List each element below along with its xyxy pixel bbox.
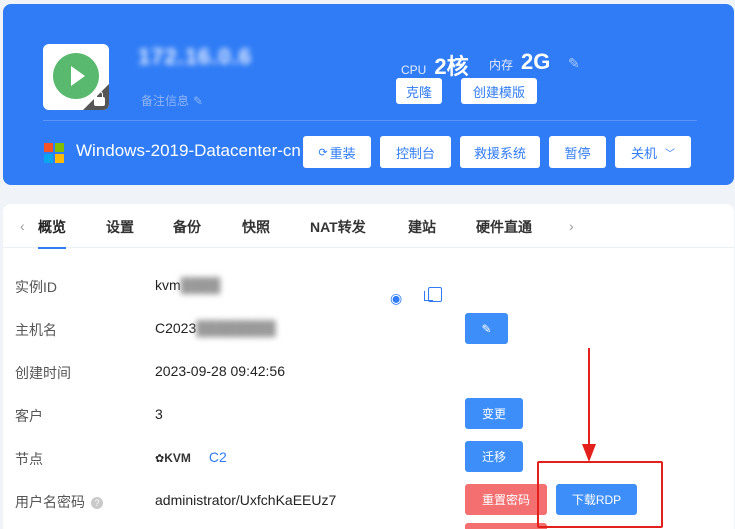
- shutdown-label: 关机: [630, 145, 657, 161]
- remark-link[interactable]: 备注信息 ✎: [141, 92, 203, 109]
- instance-id-text: kvm: [155, 277, 181, 293]
- credentials-label: 用户名密码?: [15, 492, 103, 512]
- cpu-spec: CPU 2核: [401, 49, 469, 81]
- edit-hostname-button[interactable]: ✎: [465, 313, 508, 344]
- shutdown-dropdown[interactable]: 关机 ﹀: [615, 136, 691, 168]
- reinstall-label: 重装: [329, 145, 356, 161]
- reinstall-button[interactable]: ⟳ 重装: [303, 136, 371, 168]
- console-button[interactable]: 控制台: [380, 136, 451, 168]
- hostname-text: C2023: [155, 320, 197, 336]
- tab-site[interactable]: 建站: [408, 217, 436, 237]
- node-value: ✿KVM C2: [155, 449, 227, 465]
- copy-icon[interactable]: [424, 287, 442, 302]
- refresh-icon: ⟳: [318, 146, 328, 159]
- annotation-arrow-line: [588, 348, 590, 448]
- redacted-id: ████: [180, 277, 221, 293]
- node-link[interactable]: C2: [209, 449, 227, 465]
- node-kvm: KVM: [164, 451, 191, 465]
- kvm-icon: ✿: [155, 453, 165, 465]
- client-label: 客户: [15, 408, 43, 424]
- header-divider: [43, 120, 697, 121]
- redacted-hostname: ████████: [196, 320, 276, 336]
- tab-backup[interactable]: 备份: [173, 217, 201, 237]
- lock-icon: [94, 91, 105, 106]
- reset-password-button[interactable]: 重置密码: [465, 484, 547, 515]
- clone-button[interactable]: 克隆: [396, 78, 442, 104]
- chevron-left-icon[interactable]: ‹: [20, 218, 25, 234]
- annotation-arrow-head: [582, 444, 596, 462]
- tab-snapshot[interactable]: 快照: [242, 217, 270, 237]
- credentials-value: administrator/UxfchKaEEUz7: [155, 492, 337, 508]
- tab-nat[interactable]: NAT转发: [310, 217, 366, 237]
- annotation-highlight-box: [537, 461, 663, 528]
- instance-id-value: kvm████: [155, 277, 220, 293]
- tab-passthrough[interactable]: 硬件直通: [476, 217, 532, 237]
- memory-label: 内存: [489, 58, 514, 72]
- edit-spec-icon[interactable]: ✎: [568, 55, 580, 72]
- memory-spec: 内存 2G: [489, 49, 550, 75]
- chevron-right-icon[interactable]: ›: [569, 218, 574, 234]
- partial-button: [465, 523, 547, 529]
- hostname-value: C2023████████: [155, 320, 276, 336]
- pause-button[interactable]: 暂停: [549, 136, 606, 168]
- cpu-value: 2核: [434, 54, 469, 79]
- instance-header: 172.16.0.6 备注信息 ✎ CPU 2核 内存 2G ✎ 克隆 创建模版 …: [3, 4, 734, 185]
- hostname-label: 主机名: [15, 322, 57, 338]
- client-value: 3: [155, 406, 163, 422]
- create-template-button[interactable]: 创建模版: [461, 78, 537, 104]
- windows-icon: [44, 143, 64, 163]
- created-value: 2023-09-28 09:42:56: [155, 363, 285, 379]
- tab-overview[interactable]: 概览: [38, 217, 66, 249]
- instance-ip: 172.16.0.6: [138, 44, 252, 69]
- migrate-button[interactable]: 迁移: [465, 441, 523, 472]
- credentials-label-text: 用户名密码: [15, 494, 85, 510]
- help-icon[interactable]: ?: [91, 497, 103, 510]
- instance-id-label: 实例ID: [15, 279, 57, 295]
- cpu-label: CPU: [401, 63, 427, 77]
- pencil-icon: ✎: [481, 321, 492, 336]
- node-label: 节点: [15, 451, 43, 467]
- os-name: Windows-2019-Datacenter-cn: [76, 141, 301, 160]
- chevron-down-icon: ﹀: [665, 148, 675, 160]
- tab-settings[interactable]: 设置: [106, 217, 134, 237]
- change-client-button[interactable]: 变更: [465, 398, 523, 429]
- pencil-icon: ✎: [193, 94, 204, 108]
- tab-bar: ‹ 概览 设置 备份 快照 NAT转发 建站 硬件直通 ›: [3, 204, 734, 249]
- created-label: 创建时间: [15, 365, 71, 381]
- rescue-button[interactable]: 救援系统: [460, 136, 540, 168]
- memory-value: 2G: [521, 49, 551, 74]
- instance-status[interactable]: [43, 44, 109, 110]
- eye-icon[interactable]: ◉: [390, 290, 402, 307]
- remark-label: 备注信息: [141, 94, 190, 108]
